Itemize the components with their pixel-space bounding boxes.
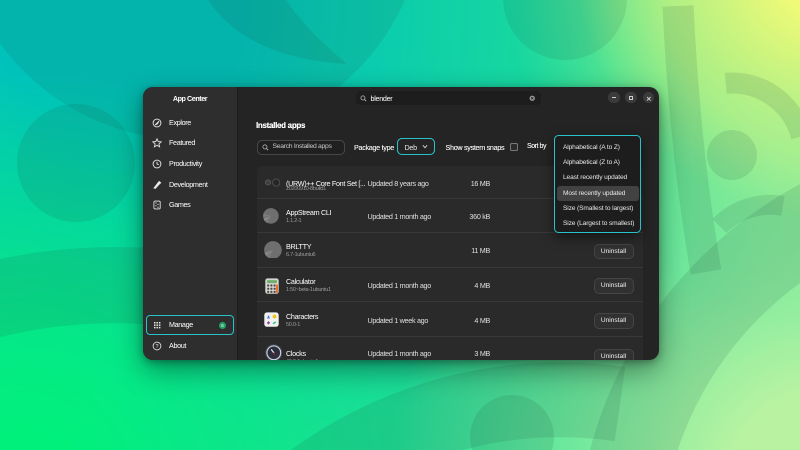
svg-text:?: ? <box>156 344 159 350</box>
